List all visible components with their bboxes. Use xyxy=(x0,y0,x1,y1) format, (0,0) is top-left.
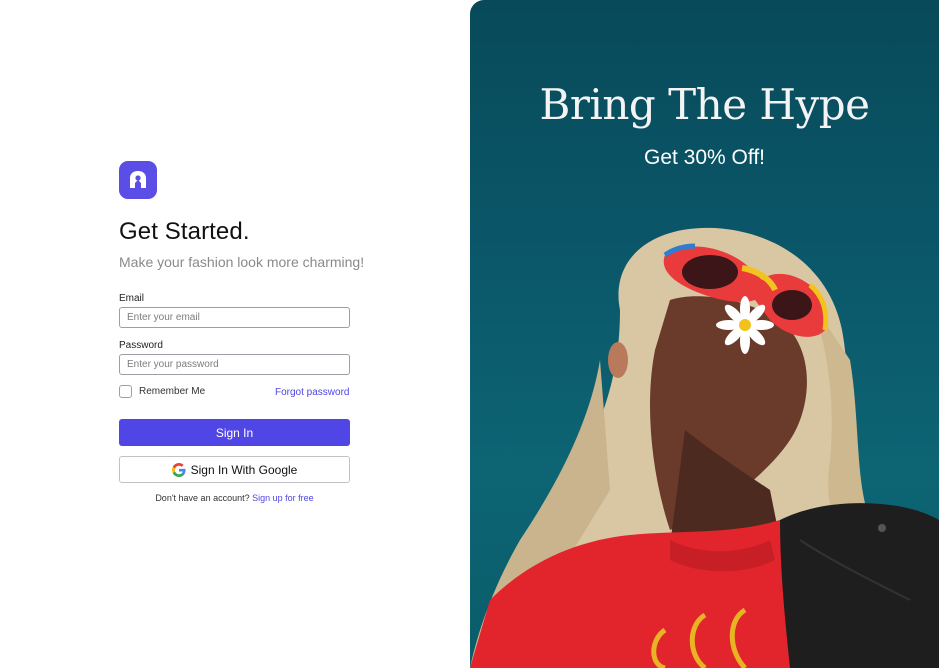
signup-prompt: Don't have an account? Sign up for free xyxy=(119,493,350,503)
logo-icon xyxy=(119,161,157,199)
email-label: Email xyxy=(119,293,145,304)
signup-prompt-text: Don't have an account? xyxy=(155,493,250,503)
login-panel: Get Started. Make your fashion look more… xyxy=(0,0,470,668)
remember-me-checkbox[interactable] xyxy=(119,385,132,398)
remember-me-label: Remember Me xyxy=(139,386,206,397)
password-input[interactable] xyxy=(119,354,350,375)
password-label: Password xyxy=(119,340,163,351)
google-sign-in-label: Sign In With Google xyxy=(190,462,298,477)
google-sign-in-button[interactable]: Sign In With Google xyxy=(119,456,350,483)
sign-in-button[interactable]: Sign In xyxy=(119,419,350,446)
page-subtitle: Make your fashion look more charming! xyxy=(119,254,365,270)
forgot-password-link[interactable]: Forgot password xyxy=(275,387,349,398)
promo-panel: Bring The Hype Get 30% Off! xyxy=(470,0,939,668)
page-title: Get Started. xyxy=(119,218,250,245)
email-input[interactable] xyxy=(119,307,350,328)
sign-up-link[interactable]: Sign up for free xyxy=(252,493,314,503)
remember-me[interactable]: Remember Me xyxy=(119,385,205,398)
promo-subtitle: Get 30% Off! xyxy=(643,146,765,169)
promo-title: Bring The Hype xyxy=(539,80,870,129)
google-icon xyxy=(171,462,186,477)
